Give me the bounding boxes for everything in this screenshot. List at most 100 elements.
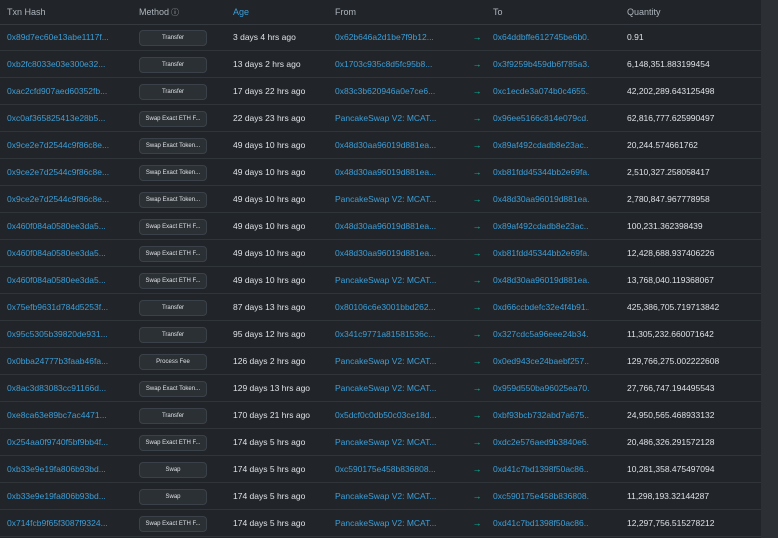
arrow-right-icon: → xyxy=(472,275,482,285)
to-address-link[interactable]: 0xc1ecde3a074b0c4655... xyxy=(493,86,589,96)
quantity-value: 13,768,040.119368067 xyxy=(627,275,714,285)
to-header: To xyxy=(493,7,503,17)
quantity-value: 425,386,705.719713842 xyxy=(627,302,720,312)
method-header: Method ⓘ xyxy=(139,7,179,18)
from-address-link[interactable]: 0x48d30aa96019d881ea... xyxy=(335,140,463,150)
txn-hash-link[interactable]: 0x460f084a0580ee3da5... xyxy=(7,275,125,285)
txn-hash-link[interactable]: 0x95c5305b39820de931... xyxy=(7,329,125,339)
from-address-link[interactable]: 0x48d30aa96019d881ea... xyxy=(335,221,463,231)
from-address-link[interactable]: 0x48d30aa96019d881ea... xyxy=(335,167,463,177)
from-address-link[interactable]: PancakeSwap V2: MCAT... xyxy=(335,113,463,123)
age-text: 49 days 10 hrs ago xyxy=(233,275,306,285)
txn-hash-link[interactable]: 0x460f084a0580ee3da5... xyxy=(7,248,125,258)
method-badge: Swap Exact ETH F... xyxy=(139,516,207,532)
age-text: 3 days 4 hrs ago xyxy=(233,32,296,42)
arrow-right-icon: → xyxy=(472,248,482,258)
arrow-right-icon: → xyxy=(472,491,482,501)
txn-hash-link[interactable]: 0xac2cfd907aed60352fb... xyxy=(7,86,125,96)
table-row: 0xb33e9e19fa806b93bd... Swap 174 days 5 hr… xyxy=(0,483,761,510)
to-address-link[interactable]: 0xb81fdd45344bb2e69fa... xyxy=(493,248,589,258)
to-address-link[interactable]: 0x3f9259b459db6f785a3... xyxy=(493,59,589,69)
to-address-link[interactable]: 0x64ddbffe612745be6b0... xyxy=(493,32,589,42)
txn-hash-link[interactable]: 0x254aa0f9740f5bf9bb4f... xyxy=(7,437,125,447)
to-address-link[interactable]: 0x89af492cdadb8e23ac... xyxy=(493,140,589,150)
txn-hash-header: Txn Hash xyxy=(7,7,46,17)
from-address-link[interactable]: PancakeSwap V2: MCAT... xyxy=(335,491,463,501)
method-badge: Swap xyxy=(139,489,207,505)
vertical-scrollbar[interactable] xyxy=(761,0,778,538)
info-icon[interactable]: ⓘ xyxy=(171,8,179,17)
quantity-value: 6,148,351.883199454 xyxy=(627,59,710,69)
arrow-right-icon: → xyxy=(472,194,482,204)
table-row: 0x460f084a0580ee3da5... Swap Exact ETH F.… xyxy=(0,267,761,294)
from-address-link[interactable]: 0x83c3b620946a0e7ce6... xyxy=(335,86,463,96)
txn-hash-link[interactable]: 0xb2fc8033e03e300e32... xyxy=(7,59,125,69)
quantity-value: 0.91 xyxy=(627,32,644,42)
txn-hash-link[interactable]: 0xe8ca63e89bc7ac4471... xyxy=(7,410,125,420)
age-text: 49 days 10 hrs ago xyxy=(233,221,306,231)
quantity-value: 62,816,777.625990497 xyxy=(627,113,715,123)
arrow-right-icon: → xyxy=(472,59,482,69)
quantity-value: 24,950,565.468933132 xyxy=(627,410,715,420)
age-text: 49 days 10 hrs ago xyxy=(233,140,306,150)
txn-hash-link[interactable]: 0xc0af365825413e28b5... xyxy=(7,113,125,123)
table-row: 0x9ce2e7d2544c9f86c8e... Swap Exact Token… xyxy=(0,186,761,213)
txn-hash-link[interactable]: 0x460f084a0580ee3da5... xyxy=(7,221,125,231)
to-address-link[interactable]: 0x48d30aa96019d881ea... xyxy=(493,275,589,285)
from-address-link[interactable]: PancakeSwap V2: MCAT... xyxy=(335,194,463,204)
age-header[interactable]: Age xyxy=(233,7,249,17)
to-address-link[interactable]: 0xd41c7bd1398f50ac86... xyxy=(493,518,589,528)
txn-hash-link[interactable]: 0x8ac3d83083cc91166d... xyxy=(7,383,125,393)
method-badge: Transfer xyxy=(139,57,207,73)
age-text: 22 days 23 hrs ago xyxy=(233,113,306,123)
from-address-link[interactable]: PancakeSwap V2: MCAT... xyxy=(335,518,463,528)
txn-hash-link[interactable]: 0x9ce2e7d2544c9f86c8e... xyxy=(7,167,125,177)
from-address-link[interactable]: 0x80106c6e3001bbd262... xyxy=(335,302,463,312)
from-address-link[interactable]: 0x48d30aa96019d881ea... xyxy=(335,248,463,258)
to-address-link[interactable]: 0x959d550ba96025ea70... xyxy=(493,383,589,393)
txn-hash-link[interactable]: 0x0bba24777b3faab46fa... xyxy=(7,356,125,366)
from-address-link[interactable]: 0x62b646a2d1be7f9b12... xyxy=(335,32,463,42)
arrow-right-icon: → xyxy=(472,167,482,177)
quantity-value: 42,202,289.643125498 xyxy=(627,86,715,96)
to-address-link[interactable]: 0x89af492cdadb8e23ac... xyxy=(493,221,589,231)
method-badge: Transfer xyxy=(139,327,207,343)
quantity-value: 10,281,358.475497094 xyxy=(627,464,715,474)
age-text: 174 days 5 hrs ago xyxy=(233,518,306,528)
txn-hash-link[interactable]: 0x89d7ec60e13abe1117f... xyxy=(7,32,125,42)
method-badge: Process Fee xyxy=(139,354,207,370)
from-address-link[interactable]: 0x5dcf0c0db50c03ce18d... xyxy=(335,410,463,420)
arrow-right-icon: → xyxy=(472,86,482,96)
txn-hash-link[interactable]: 0x9ce2e7d2544c9f86c8e... xyxy=(7,140,125,150)
quantity-header: Quantity xyxy=(627,7,661,17)
txn-hash-link[interactable]: 0x75efb9631d784d5253f... xyxy=(7,302,125,312)
to-address-link[interactable]: 0x0ed943ce24baebf257... xyxy=(493,356,589,366)
to-address-link[interactable]: 0xc590175e458b836808... xyxy=(493,491,589,501)
to-address-link[interactable]: 0xd66ccbdefc32e4f4b91... xyxy=(493,302,589,312)
to-address-link[interactable]: 0x48d30aa96019d881ea... xyxy=(493,194,589,204)
to-address-link[interactable]: 0xdc2e576aed9b3840e6... xyxy=(493,437,589,447)
txn-hash-link[interactable]: 0xb33e9e19fa806b93bd... xyxy=(7,491,125,501)
from-address-link[interactable]: 0x1703c935c8d5fc95b8... xyxy=(335,59,463,69)
from-address-link[interactable]: 0xc590175e458b836808... xyxy=(335,464,463,474)
arrow-right-icon: → xyxy=(472,383,482,393)
to-address-link[interactable]: 0xbf93bcb732abd7a675... xyxy=(493,410,589,420)
from-address-link[interactable]: PancakeSwap V2: MCAT... xyxy=(335,437,463,447)
to-address-link[interactable]: 0xd41c7bd1398f50ac86... xyxy=(493,464,589,474)
arrow-right-icon: → xyxy=(472,302,482,312)
from-address-link[interactable]: PancakeSwap V2: MCAT... xyxy=(335,356,463,366)
table-row: 0x460f084a0580ee3da5... Swap Exact ETH F.… xyxy=(0,240,761,267)
txn-hash-link[interactable]: 0x9ce2e7d2544c9f86c8e... xyxy=(7,194,125,204)
from-address-link[interactable]: 0x341c9771a81581536c... xyxy=(335,329,463,339)
to-address-link[interactable]: 0xb81fdd45344bb2e69fa... xyxy=(493,167,589,177)
method-badge: Swap xyxy=(139,462,207,478)
txn-hash-link[interactable]: 0xb33e9e19fa806b93bd... xyxy=(7,464,125,474)
to-address-link[interactable]: 0x327cdc5a96eee24b34... xyxy=(493,329,589,339)
from-address-link[interactable]: PancakeSwap V2: MCAT... xyxy=(335,383,463,393)
age-text: 174 days 5 hrs ago xyxy=(233,437,306,447)
from-address-link[interactable]: PancakeSwap V2: MCAT... xyxy=(335,275,463,285)
table-body: 0x89d7ec60e13abe1117f... Transfer 3 days 4… xyxy=(0,24,761,538)
quantity-value: 27,766,747.194495543 xyxy=(627,383,715,393)
txn-hash-link[interactable]: 0x714fcb9f65f3087f9324... xyxy=(7,518,125,528)
to-address-link[interactable]: 0x96ee5166c814e079cd... xyxy=(493,113,589,123)
